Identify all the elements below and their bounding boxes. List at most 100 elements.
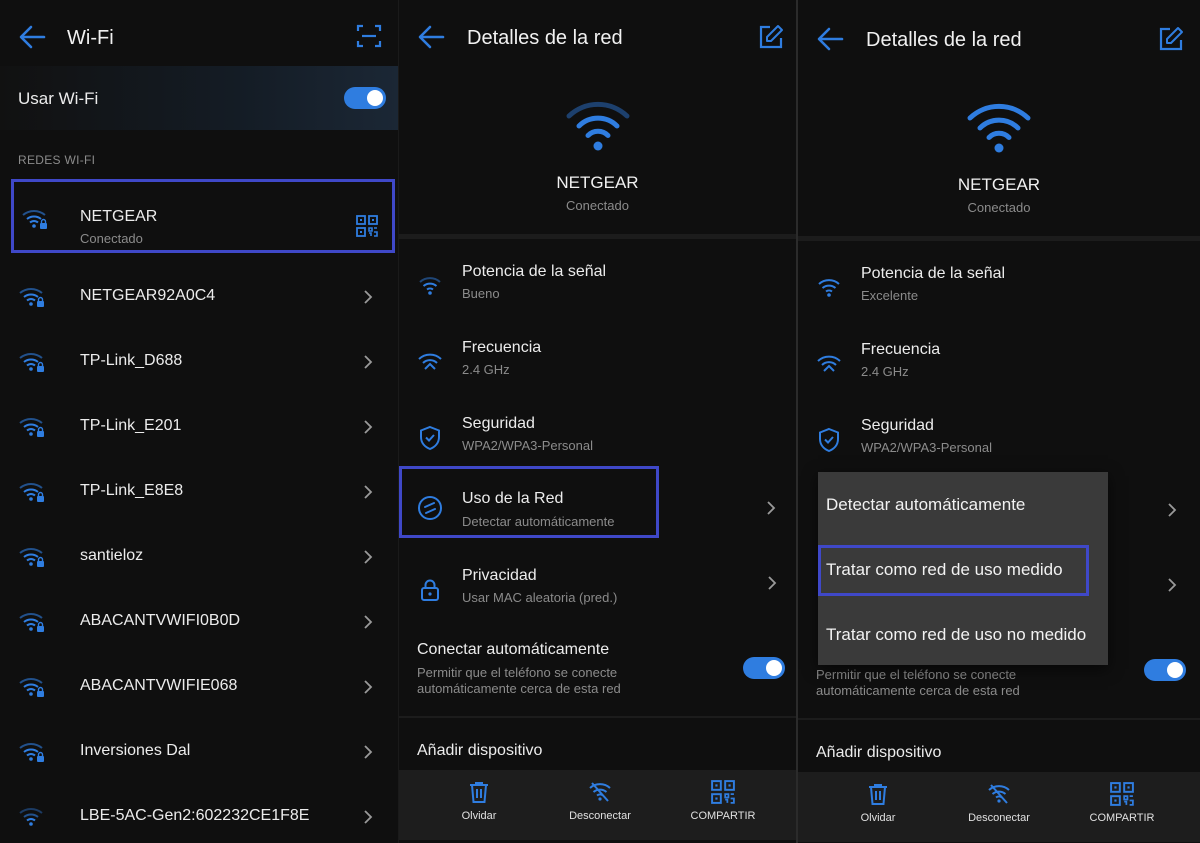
description-line: automáticamente cerca de esta red: [816, 683, 1020, 698]
edit-icon[interactable]: [1158, 26, 1184, 52]
network-list-item[interactable]: ABACANTVWIFI0B0D: [0, 590, 398, 654]
auto-connect-description: Permitir que el teléfono se conecte auto…: [816, 667, 1116, 699]
wifi-switch[interactable]: [344, 87, 386, 109]
forget-label: Olvidar: [461, 810, 497, 822]
wifi-icon: [19, 808, 43, 826]
network-usage-label: Uso de la Red: [462, 490, 564, 507]
frequency-row: Frecuencia 2.4 GHz: [798, 335, 1200, 397]
wifi-toggle-row[interactable]: Usar Wi-Fi: [0, 66, 398, 130]
wifi-locked-icon: [19, 743, 44, 762]
network-list-item[interactable]: TP-Link_E8E8: [0, 460, 398, 524]
share-button[interactable]: COMPARTIR: [1067, 782, 1177, 824]
section-label: REDES WI-FI: [18, 153, 96, 167]
auto-connect-description: Permitir que el teléfono se conecte auto…: [417, 665, 717, 697]
divider: [798, 718, 1200, 720]
network-name: Inversiones Dal: [80, 742, 191, 759]
chevron-right-icon: [364, 615, 373, 629]
qr-code-icon[interactable]: [356, 215, 378, 237]
network-list-item[interactable]: ABACANTVWIFIE068: [0, 655, 398, 719]
network-usage-menu: Detectar automáticamente Tratar como red…: [818, 472, 1108, 665]
network-list-item[interactable]: Inversiones Dal: [0, 720, 398, 784]
back-arrow-icon[interactable]: [417, 24, 445, 50]
network-list-item[interactable]: TP-Link_E201: [0, 395, 398, 459]
chevron-right-icon: [364, 745, 373, 759]
chevron-right-icon: [364, 355, 373, 369]
divider: [399, 234, 796, 239]
wifi-toggle-label: Usar Wi-Fi: [18, 89, 99, 108]
network-list-item[interactable]: LBE-5AC-Gen2:602232CE1F8E: [0, 785, 398, 843]
signal-label: Potencia de la señal: [462, 263, 607, 280]
wifi-list-screen: Wi-Fi Usar Wi-Fi REDES WI-FI NETGEAR Con…: [0, 0, 398, 843]
network-name: TP-Link_D688: [80, 352, 183, 369]
signal-label: Potencia de la señal: [861, 265, 1006, 282]
network-name: TP-Link_E201: [80, 417, 182, 434]
back-arrow-icon[interactable]: [816, 26, 844, 52]
signal-value: Bueno: [462, 286, 500, 301]
add-device-label[interactable]: Añadir dispositivo: [417, 742, 542, 760]
wifi-icon: [818, 279, 840, 297]
network-status: Conectado: [967, 200, 1031, 215]
menu-option-unmetered[interactable]: Tratar como red de uso no medido: [826, 625, 1086, 645]
network-name: TP-Link_E8E8: [80, 482, 184, 499]
auto-connect-switch[interactable]: [743, 657, 785, 679]
share-button[interactable]: COMPARTIR: [668, 780, 778, 822]
wifi-locked-icon: [19, 548, 44, 567]
wifi-locked-icon: [19, 613, 44, 632]
frequency-icon: [817, 355, 841, 372]
network-status: Conectado: [80, 231, 143, 246]
chevron-right-icon: [1168, 578, 1177, 592]
signal-strength-row: Potencia de la señal Bueno: [399, 257, 796, 319]
chevron-right-icon: [364, 420, 373, 434]
wifi-locked-icon: [19, 418, 44, 437]
qr-code-icon: [1110, 782, 1134, 806]
network-details-screen: Detalles de la red NETGEAR Conectado Pot…: [398, 0, 796, 843]
network-name: santieloz: [80, 547, 144, 564]
network-usage-value: Detectar automáticamente: [462, 514, 615, 529]
menu-option-metered[interactable]: Tratar como red de uso medido: [826, 560, 1063, 580]
top-bar: Detalles de la red: [798, 0, 1200, 72]
top-bar: Detalles de la red: [399, 0, 796, 72]
network-name: ABACANTVWIFI0B0D: [80, 612, 241, 629]
network-list-item[interactable]: NETGEAR92A0C4: [0, 265, 398, 329]
edit-icon[interactable]: [758, 24, 784, 50]
wifi-off-icon: [988, 784, 1010, 804]
privacy-row[interactable]: Privacidad Usar MAC aleatoria (pred.): [399, 561, 796, 623]
page-title: Detalles de la red: [866, 29, 1022, 51]
forget-button[interactable]: Olvidar: [823, 782, 933, 824]
network-list-item[interactable]: santieloz: [0, 525, 398, 589]
auto-connect-label: Conectar automáticamente: [417, 641, 610, 658]
chevron-right-icon[interactable]: [765, 500, 777, 516]
network-name: ABACANTVWIFIE068: [80, 677, 238, 694]
chevron-right-icon: [364, 810, 373, 824]
forget-label: Olvidar: [860, 812, 896, 824]
chevron-right-icon: [1168, 503, 1177, 517]
network-usage-item[interactable]: Uso de la Red Detectar automáticamente: [399, 466, 659, 538]
forget-button[interactable]: Olvidar: [424, 780, 534, 822]
network-list-item[interactable]: TP-Link_D688: [0, 330, 398, 394]
security-label: Seguridad: [861, 417, 934, 434]
network-name: NETGEAR: [556, 173, 639, 192]
page-title: Wi-Fi: [67, 27, 114, 49]
menu-option-auto-detect[interactable]: Detectar automáticamente: [826, 495, 1025, 515]
qr-code-icon: [711, 780, 735, 804]
security-label: Seguridad: [462, 415, 535, 432]
wifi-signal-icon: [566, 101, 629, 151]
auto-connect-switch[interactable]: [1144, 659, 1186, 681]
security-value: WPA2/WPA3-Personal: [462, 438, 594, 453]
frequency-row: Frecuencia 2.4 GHz: [399, 333, 796, 395]
wifi-locked-icon: [19, 678, 44, 697]
disconnect-button[interactable]: Desconectar: [545, 780, 655, 822]
trash-icon: [470, 782, 488, 803]
signal-strength-row: Potencia de la señal Excelente: [798, 259, 1200, 321]
chevron-right-icon: [364, 485, 373, 499]
scan-icon[interactable]: [356, 23, 382, 49]
security-row: Seguridad WPA2/WPA3-Personal: [399, 409, 796, 471]
share-label: COMPARTIR: [1089, 812, 1155, 824]
back-arrow-icon[interactable]: [18, 24, 46, 50]
data-usage-icon: [418, 496, 442, 520]
connected-network-item[interactable]: NETGEAR Conectado: [11, 179, 395, 253]
shield-icon: [420, 425, 440, 451]
frequency-label: Frecuencia: [861, 341, 941, 358]
add-device-label[interactable]: Añadir dispositivo: [816, 744, 941, 762]
disconnect-button[interactable]: Desconectar: [944, 782, 1054, 824]
